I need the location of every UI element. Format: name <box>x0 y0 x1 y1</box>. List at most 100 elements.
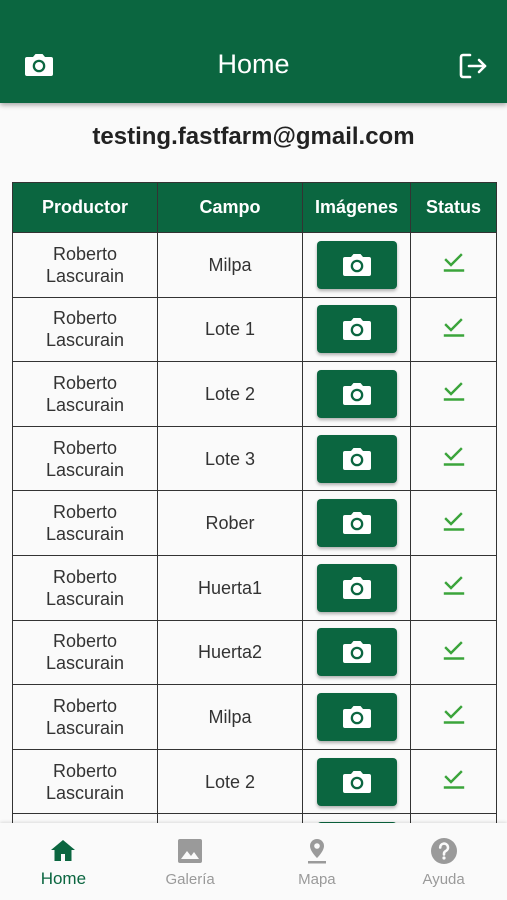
cell-status <box>410 232 497 298</box>
cell-productor: Roberto Lascurain <box>12 619 158 686</box>
fields-table-container[interactable]: Productor Campo Imágenes Status Roberto … <box>12 182 497 823</box>
camera-icon <box>342 316 372 342</box>
status-done-icon <box>443 639 465 666</box>
fields-table: Productor Campo Imágenes Status Roberto … <box>12 182 497 823</box>
table-header-row: Productor Campo Imágenes Status <box>12 182 497 233</box>
camera-icon <box>342 446 372 472</box>
map-pin-icon <box>307 839 326 864</box>
cell-status <box>410 813 497 823</box>
nav-ayuda[interactable]: Ayuda <box>380 823 507 900</box>
cell-imagenes <box>302 490 411 556</box>
cell-productor: Roberto Lascurain <box>12 554 158 621</box>
cell-productor: Roberto Lascurain <box>12 490 158 556</box>
cell-productor: Roberto Lascurain <box>12 684 158 750</box>
cell-productor: Roberto Lascurain <box>12 361 158 427</box>
app-bar: Home <box>0 0 507 103</box>
camera-icon <box>342 575 372 601</box>
table-row: Roberto Lascurain Huerta2 <box>12 619 497 686</box>
open-images-button[interactable] <box>316 692 397 741</box>
cell-imagenes <box>302 684 411 750</box>
status-done-icon <box>443 251 465 278</box>
table-row: Roberto Lascurain Huerta1 <box>12 554 497 621</box>
status-done-icon <box>443 703 465 730</box>
status-done-icon <box>443 380 465 407</box>
cell-status <box>410 554 497 621</box>
open-images-button[interactable] <box>316 563 397 612</box>
header-status: Status <box>410 182 497 233</box>
header-campo: Campo <box>157 182 303 233</box>
cell-productor: Roberto Lascurain <box>12 425 158 492</box>
cell-imagenes <box>302 296 411 363</box>
cell-imagenes <box>302 619 411 686</box>
cell-campo: Lote 3 <box>157 425 303 492</box>
camera-icon <box>342 381 372 407</box>
cell-campo: Milpa <box>157 684 303 750</box>
cell-productor: Roberto Lascurain <box>12 296 158 363</box>
table-row: Roberto Lascurain Lote 3 <box>12 425 497 492</box>
nav-ayuda-label: Ayuda <box>422 871 465 888</box>
cell-imagenes <box>302 425 411 492</box>
cell-campo: Lote 1 <box>157 296 303 363</box>
status-done-icon <box>443 445 465 472</box>
cell-status <box>410 684 497 750</box>
cell-imagenes <box>302 361 411 427</box>
header-imagenes: Imágenes <box>302 182 411 233</box>
cell-productor: Roberto Lascurain <box>12 748 158 815</box>
cell-status <box>410 490 497 556</box>
cell-status <box>410 619 497 686</box>
status-done-icon <box>443 574 465 601</box>
table-row: Roberto Lascurain Rober <box>12 490 497 556</box>
status-done-icon <box>443 316 465 343</box>
cell-campo: Huerta2 <box>157 619 303 686</box>
nav-home-label: Home <box>40 869 87 888</box>
table-row: Roberto Lascurain Milpa <box>12 684 497 750</box>
open-images-button[interactable] <box>316 240 397 289</box>
nav-galeria[interactable]: Galería <box>127 823 254 900</box>
cell-campo: Lote 2 <box>157 361 303 427</box>
cell-campo <box>157 813 303 823</box>
cell-campo: Milpa <box>157 232 303 298</box>
open-images-button[interactable] <box>316 305 397 354</box>
status-done-icon <box>443 510 465 537</box>
status-done-icon <box>443 768 465 795</box>
table-row: Roberto Lascurain Milpa <box>12 232 497 298</box>
page-title: Home <box>217 49 290 79</box>
bottom-navigation: Home Galería Mapa Ayuda <box>0 823 507 900</box>
cell-imagenes <box>302 554 411 621</box>
open-images-button[interactable] <box>316 628 397 677</box>
nav-mapa[interactable]: Mapa <box>254 823 381 900</box>
cell-status <box>410 296 497 363</box>
open-images-button[interactable] <box>316 434 397 483</box>
camera-icon <box>342 704 372 730</box>
cell-imagenes <box>302 748 411 815</box>
camera-icon <box>342 510 372 536</box>
home-icon <box>51 840 76 861</box>
user-email: testing.fastfarm@gmail.com <box>92 123 415 150</box>
open-images-button[interactable] <box>316 499 397 548</box>
camera-icon <box>342 639 372 665</box>
header-productor: Productor <box>12 182 158 233</box>
cell-status <box>410 425 497 492</box>
table-row: Roberto Lascurain Lote 2 <box>12 748 497 815</box>
cell-campo: Huerta1 <box>157 554 303 621</box>
table-row: Roberto Lascurain Lote 2 <box>12 361 497 427</box>
nav-mapa-label: Mapa <box>298 871 336 888</box>
nav-home[interactable]: Home <box>0 823 127 900</box>
open-images-button[interactable] <box>316 757 397 806</box>
cell-imagenes <box>302 232 411 298</box>
cell-productor: Roberto Lascurain <box>12 232 158 298</box>
table-row: Roberto Lascurain <box>12 813 497 823</box>
cell-campo: Lote 2 <box>157 748 303 815</box>
camera-icon <box>342 252 372 278</box>
image-icon <box>178 839 203 863</box>
camera-icon <box>342 769 372 795</box>
open-images-button[interactable] <box>316 369 397 418</box>
cell-status <box>410 748 497 815</box>
cell-imagenes <box>302 813 411 823</box>
logout-icon[interactable] <box>458 51 488 81</box>
table-row: Roberto Lascurain Lote 1 <box>12 296 497 363</box>
nav-galeria-label: Galería <box>165 871 215 888</box>
help-icon <box>430 838 457 864</box>
cell-status <box>410 361 497 427</box>
cell-campo: Rober <box>157 490 303 556</box>
